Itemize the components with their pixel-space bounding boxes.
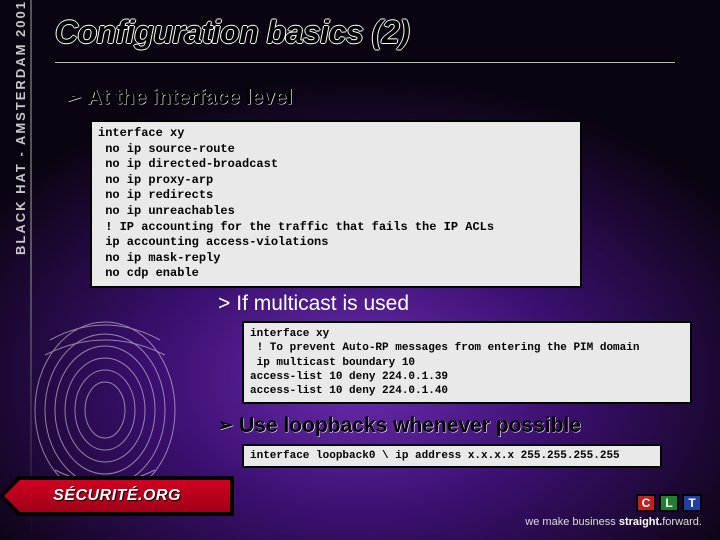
slide-title: Configuration basics (2)	[55, 14, 409, 51]
code-block-interface: interface xy no ip source-route no ip di…	[90, 120, 582, 288]
bullet-text: Use loopbacks whenever possible	[239, 414, 581, 437]
bullet-loopbacks: ➢ Use loopbacks whenever possible	[218, 414, 581, 438]
clt-l-icon: L	[659, 494, 679, 512]
bullet-interface-level: ➢ At the interface level	[66, 86, 293, 110]
bullet-multicast: > If multicast is used	[218, 292, 409, 316]
bullet-arrow-icon: ➢	[218, 415, 233, 436]
chevron-icon: >	[218, 292, 230, 315]
clt-t-icon: T	[682, 494, 702, 512]
title-underline	[55, 60, 675, 62]
bullet-arrow-icon: ➢	[66, 87, 81, 108]
securite-logo: SÉCURITÉ.ORG	[0, 468, 234, 524]
clt-logo: C L T	[525, 494, 702, 512]
bullet-text: At the interface level	[87, 86, 292, 109]
tagline: we make business straight.forward.	[525, 516, 702, 528]
footer-right: C L T we make business straight.forward.	[525, 494, 702, 528]
tagline-suffix: forward.	[662, 516, 702, 528]
bullet-text: If multicast is used	[236, 292, 409, 315]
logo-text: SÉCURITÉ.ORG	[53, 487, 181, 505]
clt-c-icon: C	[636, 494, 656, 512]
code-block-multicast: interface xy ! To prevent Auto-RP messag…	[242, 321, 692, 404]
event-label: BLACK HAT - AMSTERDAM 2001	[13, 0, 28, 260]
sidebar-divider	[30, 0, 32, 540]
tagline-bold: straight.	[619, 516, 662, 528]
code-block-loopback: interface loopback0 \ ip address x.x.x.x…	[242, 444, 662, 468]
tagline-prefix: we make business	[525, 516, 619, 528]
